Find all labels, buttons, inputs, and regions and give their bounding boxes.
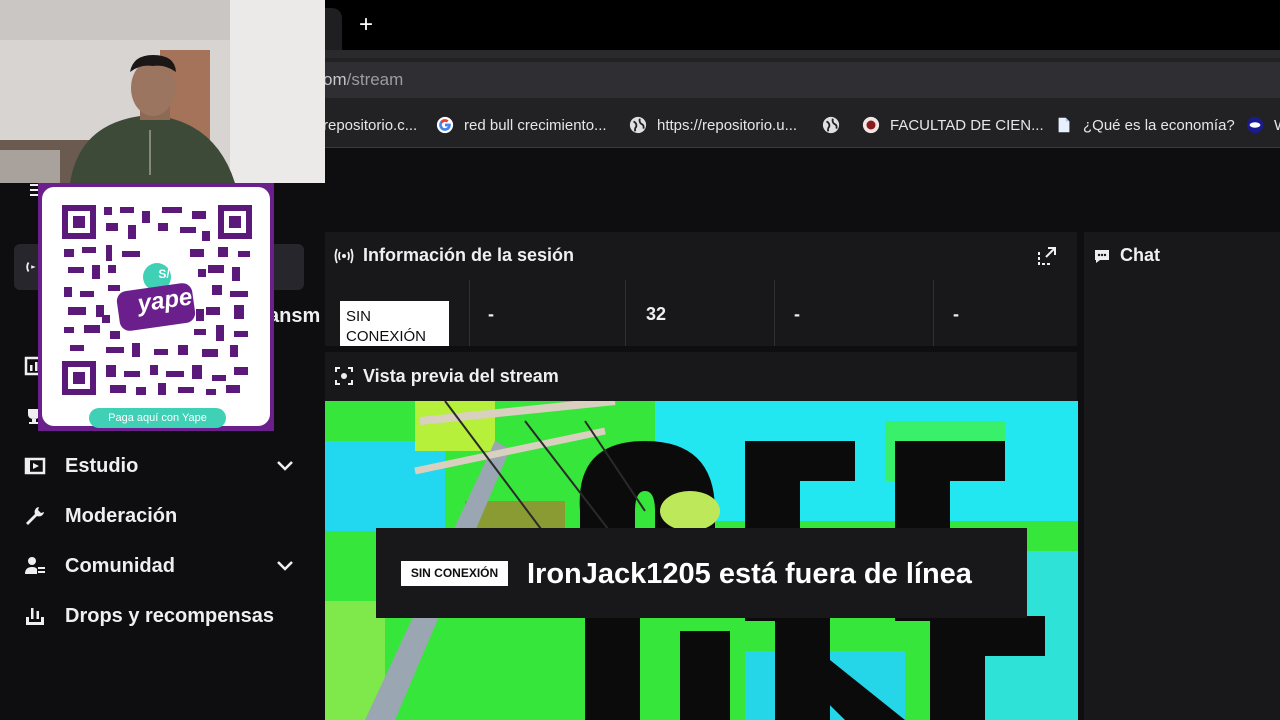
address-bar-url[interactable]: om/stream: [323, 70, 403, 90]
google-icon: [436, 116, 454, 134]
yape-qr-card: S/ yape: [42, 187, 270, 426]
sidebar-partial-label: ansm: [268, 305, 321, 327]
url-path: /stream: [346, 70, 404, 89]
bookmark-label: W: [1274, 117, 1280, 134]
sidebar-item-comunidad[interactable]: Comunidad: [0, 544, 320, 588]
popout-icon[interactable]: [1037, 246, 1057, 266]
stream-preview-title: Vista previa del stream: [363, 366, 559, 386]
bookmark-item[interactable]: red bull crecimiento...: [436, 114, 607, 136]
site-icon: [1246, 116, 1264, 134]
sidebar-item-label: Comunidad: [65, 554, 175, 577]
webcam-feed-image: [0, 0, 325, 183]
session-stat-value: -: [794, 304, 800, 324]
address-bar[interactable]: [300, 62, 1280, 98]
bookmark-label: repositorio.c...: [323, 116, 418, 134]
session-info-title: Información de la sesión: [363, 245, 575, 265]
sidebar-item-moderacion[interactable]: Moderación: [0, 494, 320, 538]
document-icon: [1058, 117, 1070, 133]
chat-panel: [1084, 232, 1280, 720]
session-status-badge: SIN CONEXIÓN: [340, 301, 449, 346]
preview-icon: [335, 367, 353, 385]
sidebar-item-estudio[interactable]: Estudio: [0, 444, 320, 488]
bookmark-label: red bull crecimiento...: [464, 116, 607, 134]
bookmark-item[interactable]: [822, 114, 850, 136]
bookmark-label: FACULTAD DE CIEN...: [890, 116, 1044, 134]
offline-message: IronJack1205 está fuera de línea: [527, 558, 972, 590]
globe-icon: [822, 116, 840, 134]
chevron-down-icon[interactable]: [274, 555, 296, 577]
bookmark-item[interactable]: https://repositorio.u...: [629, 114, 797, 136]
offline-status-tag: SIN CONEXIÓN: [401, 561, 508, 586]
sidebar-item-label: Moderación: [65, 504, 178, 527]
bookmark-item[interactable]: FACULTAD DE CIEN...: [862, 114, 1044, 136]
broadcast-signal-icon: [334, 248, 354, 264]
webcam-overlay: [0, 0, 325, 183]
drops-icon: [26, 608, 44, 625]
chat-bubble-icon: [1095, 250, 1109, 263]
bookmark-item[interactable]: ¿Qué es la economía?: [1055, 114, 1235, 136]
sidebar-item-label: Drops y recompensas: [65, 604, 274, 627]
url-host: om: [323, 70, 347, 89]
qr-currency-symbol: S/: [158, 267, 170, 281]
session-stat-value: -: [953, 304, 959, 324]
sidebar-item-drops[interactable]: Drops y recompensas: [0, 594, 320, 638]
bookmark-item[interactable]: repositorio.c...: [323, 114, 417, 136]
new-tab-button[interactable]: +: [352, 10, 380, 40]
community-icon: [25, 557, 45, 574]
bookmark-label: ¿Qué es la economía?: [1083, 116, 1235, 134]
sidebar-item-label: Estudio: [65, 454, 139, 477]
session-stat-value: -: [488, 304, 494, 324]
chat-title: Chat: [1120, 245, 1160, 265]
wrench-icon: [26, 507, 44, 525]
globe-icon: [629, 116, 647, 134]
bookmark-label: https://repositorio.u...: [657, 116, 798, 134]
yape-pay-label: Paga aquí con Yape: [89, 408, 226, 428]
university-icon: [862, 116, 880, 134]
studio-icon: [24, 457, 46, 475]
chevron-down-icon[interactable]: [274, 455, 296, 477]
session-stat-value: 32: [646, 304, 667, 324]
bookmark-item[interactable]: W: [1246, 114, 1280, 136]
